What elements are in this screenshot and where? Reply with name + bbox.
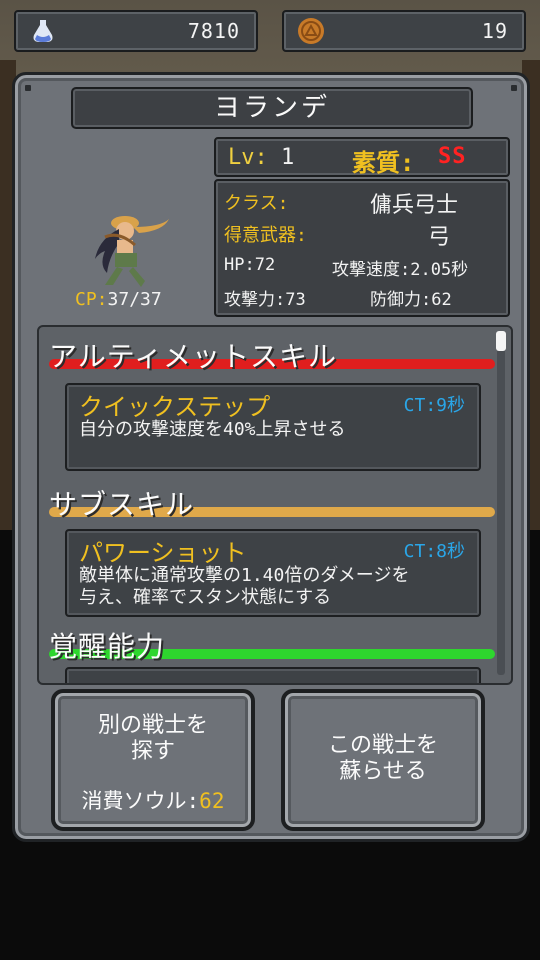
stats-box: クラス: 傭兵弓士 得意武器: 弓 HP:72 攻撃速度:2.05秒 攻撃力:7… [214, 179, 510, 317]
sub-section-title: サブスキル [49, 488, 195, 521]
character-sprite [95, 216, 169, 287]
level-label: Lv: [228, 145, 268, 170]
gold-coin-icon [298, 18, 324, 44]
class-label: クラス: [224, 193, 289, 214]
defense-stat: 防御力:62 [370, 290, 452, 310]
cp-value: 37/37 [107, 289, 162, 310]
revive-button-line2: 蘇らせる [339, 759, 427, 784]
sub-skill-cooldown: CT:8秒 [403, 541, 465, 562]
ultimate-section-title: アルティメットスキル [49, 340, 338, 373]
search-warrior-button[interactable]: 別の戦士を 探す 消費ソウル:62 [51, 689, 255, 831]
soul-counter: 7810 [14, 10, 258, 52]
rank-badge: SS [438, 144, 467, 169]
class-value: 傭兵弓士 [370, 193, 459, 218]
sub-skill-desc-line1: 敵単体に通常攻撃の1.40倍のダメージを [79, 565, 410, 586]
soul-flask-icon [33, 20, 53, 42]
awaken-section-title: 覚醒能力 [49, 630, 166, 663]
attack-stat: 攻撃力:73 [224, 290, 306, 310]
sub-skill-desc-line2: 与え、確率でスタン状態にする [79, 587, 332, 608]
cp-label: CP: [75, 289, 108, 310]
character-panel: ヨランデ Lv: 1 素質: SS クラス: 傭兵弓士 得意武器: 弓 HP:7… [12, 72, 530, 842]
ultimate-skill-cooldown: CT:9秒 [403, 395, 465, 416]
search-cost: 消費ソウル:62 [55, 785, 251, 815]
quality-label: 素質: [352, 149, 415, 177]
soul-value: 7810 [187, 19, 240, 43]
revive-warrior-button[interactable]: この戦士を 蘇らせる [281, 689, 485, 831]
ultimate-skill-name: クイックステップ [79, 393, 271, 421]
sub-skill-name: パワーショット [79, 539, 247, 567]
revive-button-line1: この戦士を [327, 733, 438, 758]
sub-skill-card[interactable]: パワーショット CT:8秒 敵単体に通常攻撃の1.40倍のダメージを 与え、確率… [65, 529, 481, 617]
level-bar: Lv: 1 素質: SS [214, 137, 510, 177]
scrollbar-thumb[interactable] [496, 331, 506, 351]
level-text: Lv: 1 [228, 145, 294, 170]
weapon-value: 弓 [428, 225, 451, 250]
coin-value: 19 [481, 19, 508, 43]
hp-stat: HP:72 [224, 255, 276, 275]
level-value: 1 [281, 145, 295, 170]
search-cost-label: 消費ソウル: [81, 789, 200, 813]
search-button-line1: 別の戦士を [97, 713, 208, 738]
coin-counter: 19 [282, 10, 526, 52]
character-name: ヨランデ [71, 87, 473, 129]
attack-speed-stat: 攻撃速度:2.05秒 [332, 260, 469, 280]
skills-scroll-area[interactable]: アルティメットスキル クイックステップ CT:9秒 自分の攻撃速度を40%上昇さ… [37, 325, 513, 685]
search-button-line2: 探す [130, 739, 175, 764]
cp-display: CP:37/37 [75, 289, 162, 310]
awaken-card-partial[interactable] [65, 667, 481, 683]
weapon-label: 得意武器: [224, 225, 307, 246]
search-cost-value: 62 [199, 789, 225, 813]
scrollbar-track[interactable] [497, 331, 505, 675]
ultimate-skill-card[interactable]: クイックステップ CT:9秒 自分の攻撃速度を40%上昇させる [65, 383, 481, 471]
ultimate-skill-desc: 自分の攻撃速度を40%上昇させる [79, 419, 346, 440]
